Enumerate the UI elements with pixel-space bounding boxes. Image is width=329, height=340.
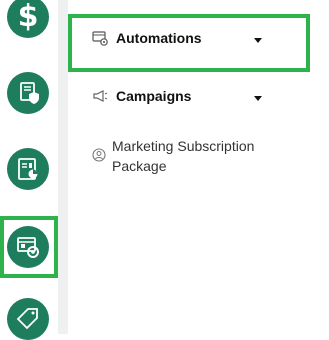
report-chart-icon [18, 158, 38, 180]
rail-item-reports[interactable] [7, 148, 49, 190]
panel-divider [58, 0, 68, 334]
menu-item-campaigns[interactable]: Campaigns [92, 88, 191, 104]
sidebar-rail: $ [0, 0, 58, 340]
rail-item-documents[interactable] [7, 72, 49, 114]
automation-icon [92, 31, 108, 46]
shield-document-icon [20, 82, 39, 104]
megaphone-icon [93, 90, 108, 102]
dollar-icon: $ [17, 0, 39, 34]
menu-item-automations[interactable]: Automations [92, 30, 202, 46]
subscription-label: Marketing Subscription Package [112, 138, 255, 174]
menu-item-marketing-subscription[interactable]: Marketing Subscription Package [92, 136, 282, 176]
rail-selection-highlight [0, 216, 58, 278]
tag-icon [16, 308, 38, 330]
campaigns-label: Campaigns [116, 88, 192, 104]
automations-label: Automations [116, 30, 202, 46]
rail-item-billing[interactable]: $ [7, 0, 49, 38]
chevron-down-icon[interactable] [254, 96, 262, 101]
chevron-down-icon[interactable] [254, 38, 262, 43]
user-circle-icon [92, 148, 106, 162]
